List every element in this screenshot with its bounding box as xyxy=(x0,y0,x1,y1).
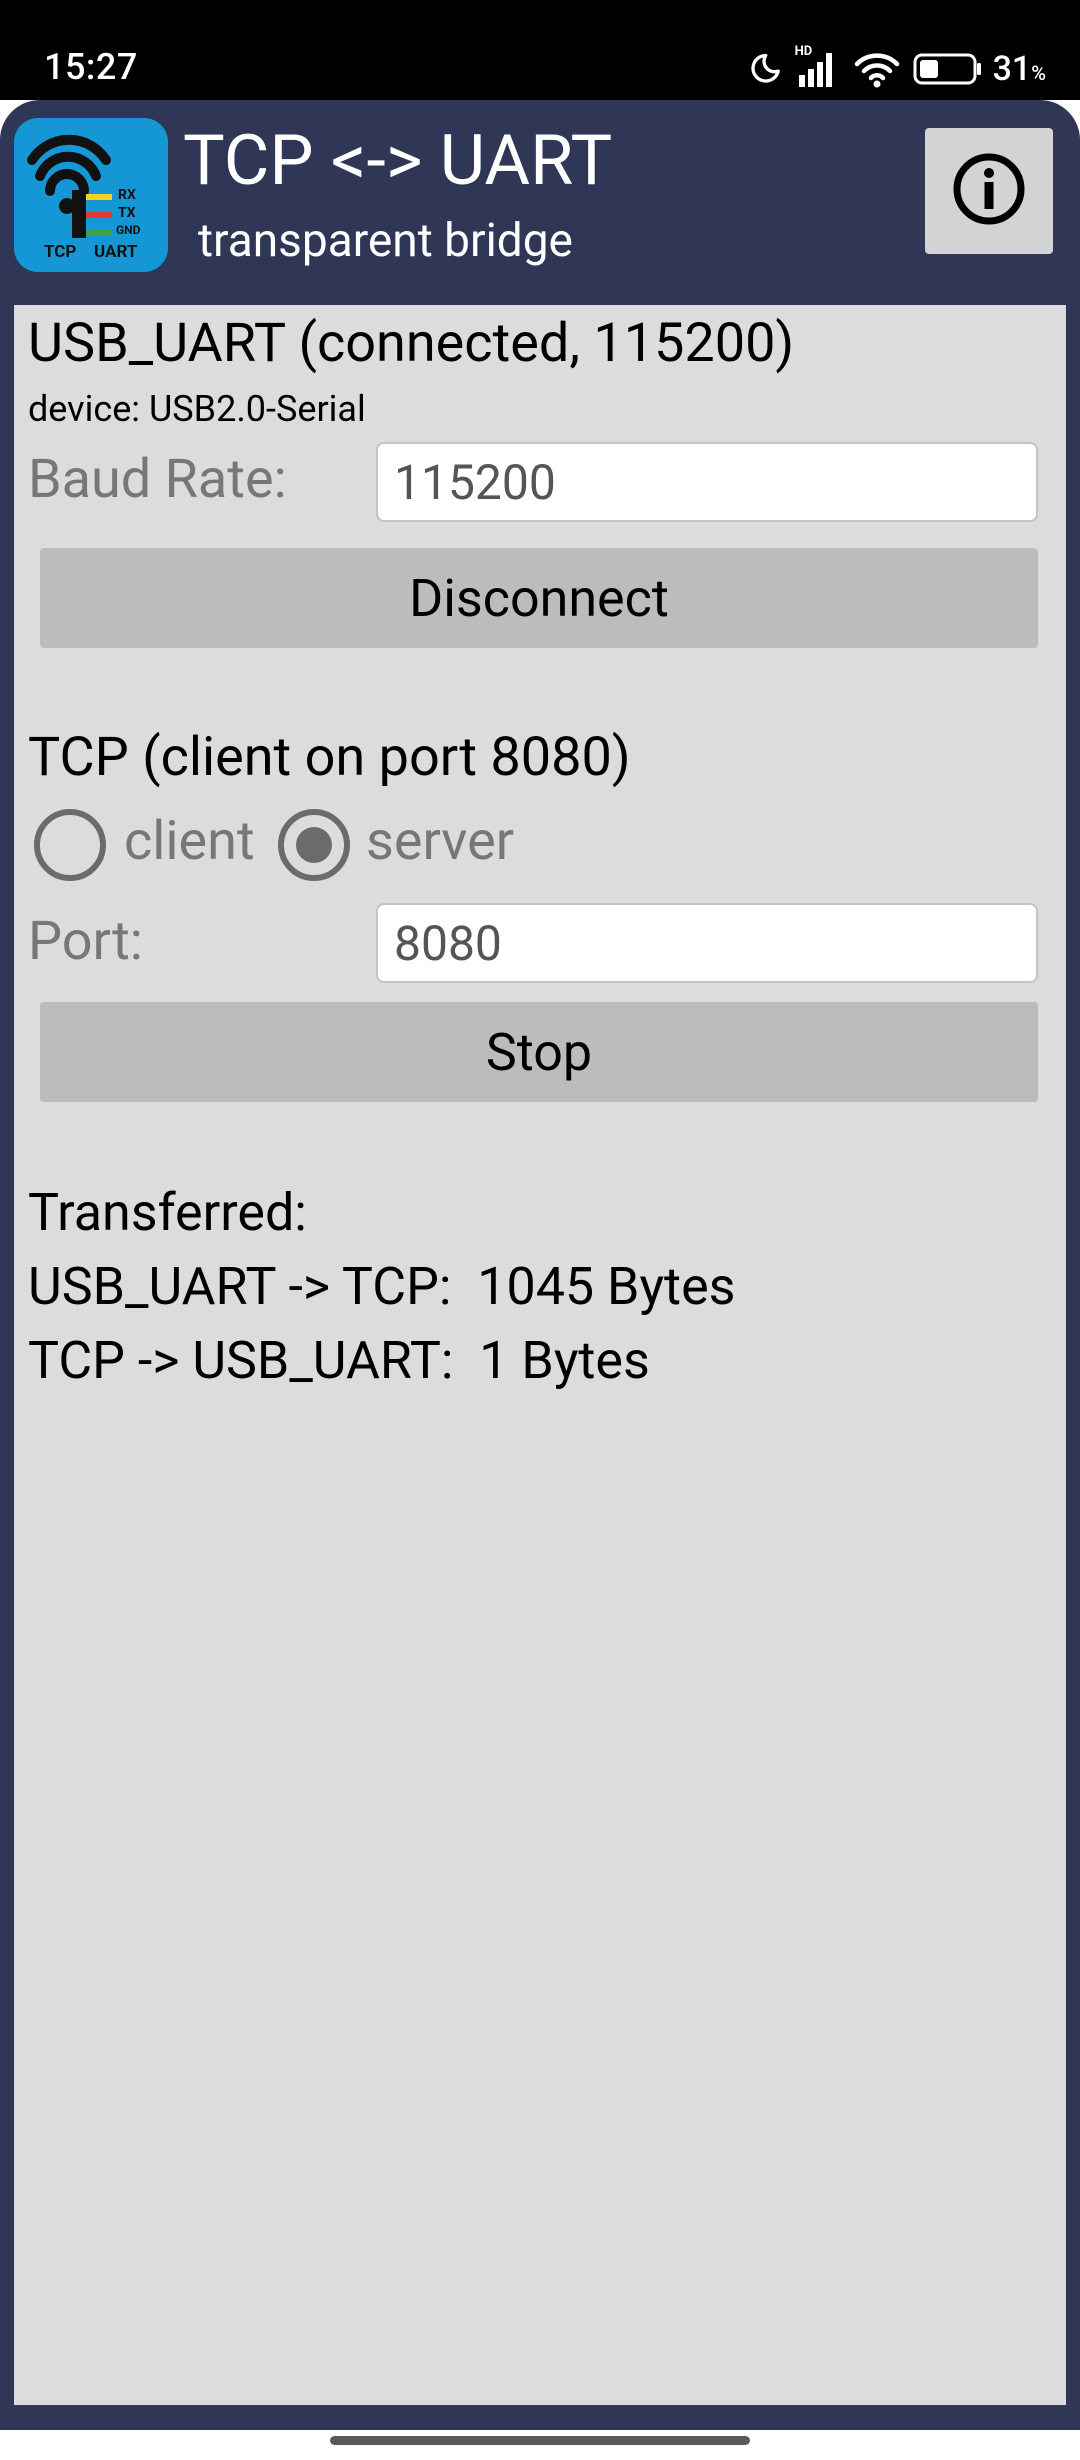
logo-pin-tx: TX xyxy=(118,205,136,221)
info-circle-icon xyxy=(951,151,1027,231)
uart-section-title: USB_UART (connected, 115200) xyxy=(28,312,795,375)
transferred-heading: Transferred: xyxy=(28,1182,307,1243)
info-button[interactable] xyxy=(925,128,1053,254)
server-radio-label[interactable]: server xyxy=(366,815,514,869)
app-title: TCP <-> UART xyxy=(183,120,613,202)
status-bar: 15:27 HD 31% xyxy=(0,0,1080,100)
tcp-to-uart-stat: TCP -> USB_UART: 1 Bytes xyxy=(28,1330,650,1391)
server-radio[interactable] xyxy=(278,809,350,881)
home-gesture-handle[interactable] xyxy=(330,2436,750,2445)
battery-percent: 31% xyxy=(992,49,1046,89)
tcp-section-title: TCP (client on port 8080) xyxy=(28,726,631,789)
client-radio[interactable] xyxy=(34,809,106,881)
uart-to-tcp-stat: USB_UART -> TCP: 1045 Bytes xyxy=(28,1256,736,1317)
app-subtitle: transparent bridge xyxy=(198,214,573,268)
logo-pin-rx: RX xyxy=(118,187,136,203)
logo-label-uart: UART xyxy=(94,242,138,262)
navigation-bar xyxy=(0,2430,1080,2460)
baud-rate-label: Baud Rate: xyxy=(28,448,287,511)
disconnect-button[interactable]: Disconnect xyxy=(40,548,1038,648)
port-label: Port: xyxy=(28,910,143,973)
app-header: RX TX GND TCP UART TCP <-> UART transpar… xyxy=(0,100,1080,305)
stop-button[interactable]: Stop xyxy=(40,1002,1038,1102)
app-window: RX TX GND TCP UART TCP <-> UART transpar… xyxy=(0,100,1080,2430)
baud-rate-input[interactable] xyxy=(376,442,1038,522)
status-icons: HD 31% xyxy=(747,45,1046,92)
logo-pin-gnd: GND xyxy=(116,223,141,237)
signal-icon: HD xyxy=(795,45,839,89)
main-content: USB_UART (connected, 115200) device: USB… xyxy=(14,305,1066,2405)
logo-label-tcp: TCP xyxy=(44,242,77,262)
wifi-icon xyxy=(853,50,901,88)
status-time: 15:27 xyxy=(44,46,138,88)
port-input[interactable] xyxy=(376,903,1038,983)
moon-icon xyxy=(747,51,783,87)
client-radio-label[interactable]: client xyxy=(124,815,255,869)
tcp-mode-radio-group: client server xyxy=(14,805,1066,885)
app-logo: RX TX GND TCP UART xyxy=(14,118,168,272)
uart-device-label: device: USB2.0-Serial xyxy=(28,388,366,430)
battery-icon xyxy=(913,52,983,86)
